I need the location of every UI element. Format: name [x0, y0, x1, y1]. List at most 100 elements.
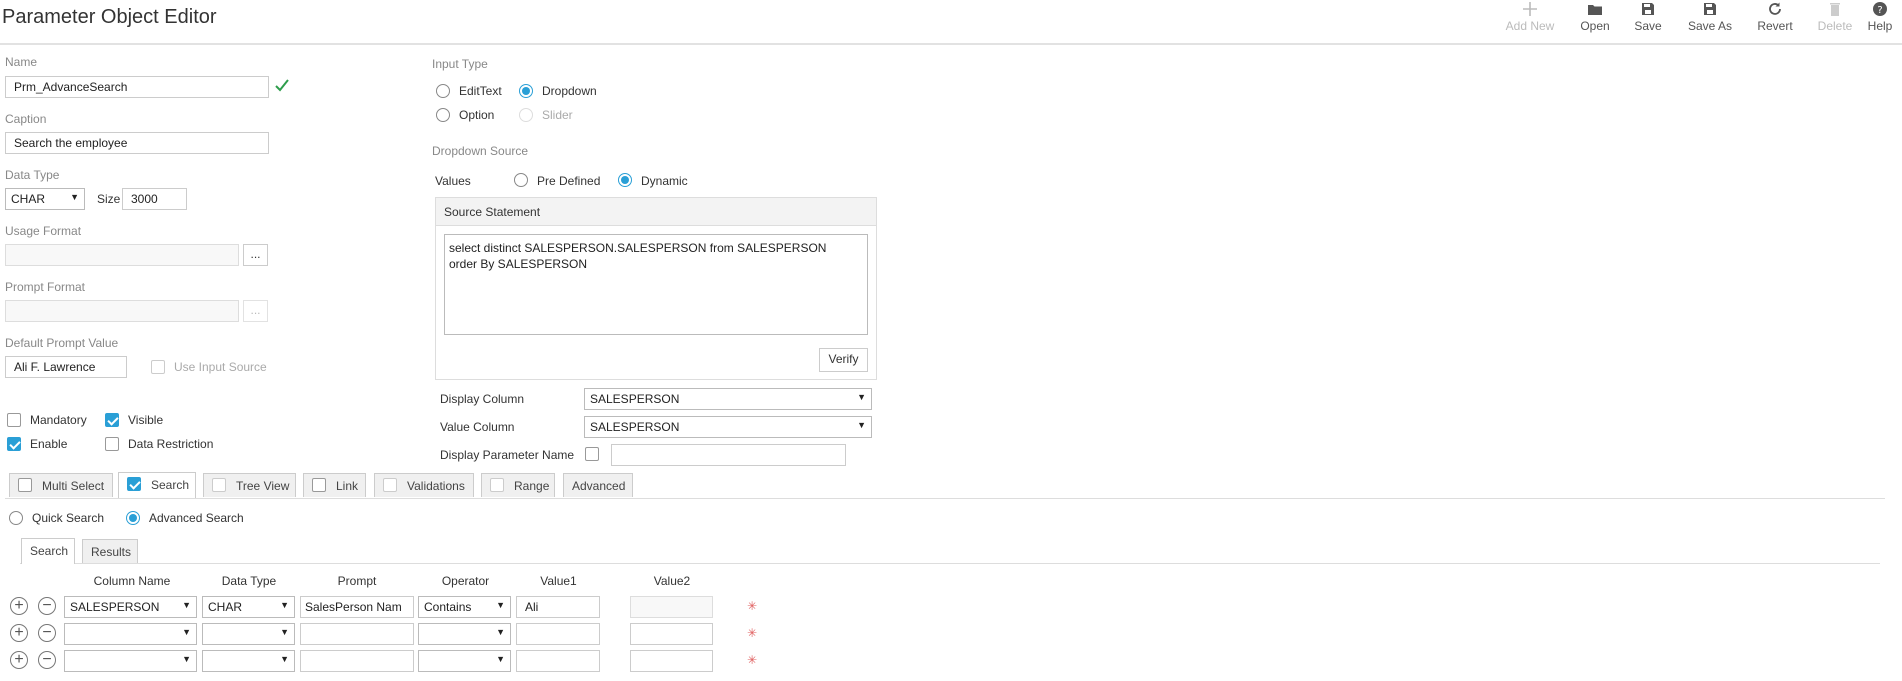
- multi-select-checkbox[interactable]: [18, 478, 32, 492]
- tab-link[interactable]: Link: [303, 473, 366, 497]
- header-divider: [0, 43, 1902, 45]
- tree-view-checkbox[interactable]: [212, 478, 226, 492]
- delete-button[interactable]: Delete: [1805, 0, 1865, 40]
- row-value1-field[interactable]: Ali: [516, 596, 600, 618]
- size-field[interactable]: 3000: [122, 188, 187, 210]
- search-tab-checkbox[interactable]: [127, 477, 141, 491]
- visible-checkbox[interactable]: [105, 413, 119, 427]
- caption-label: Caption: [5, 112, 47, 126]
- subtab-search[interactable]: Search: [21, 538, 75, 564]
- row-prompt-field[interactable]: SalesPerson Nam: [300, 596, 414, 618]
- display-param-name-field[interactable]: [611, 444, 846, 466]
- mandatory-label: Mandatory: [30, 413, 87, 427]
- validations-checkbox[interactable]: [383, 478, 397, 492]
- range-checkbox[interactable]: [490, 478, 504, 492]
- dropdown-label: Dropdown: [542, 84, 597, 98]
- add-row-icon[interactable]: +: [10, 597, 28, 615]
- display-param-name-checkbox[interactable]: [585, 447, 599, 461]
- save-as-button[interactable]: Save As: [1680, 0, 1740, 40]
- values-label: Values: [435, 174, 471, 188]
- visible-label: Visible: [128, 413, 164, 427]
- mandatory-checkbox[interactable]: [7, 413, 21, 427]
- row-data-type-select[interactable]: ▼: [202, 650, 295, 672]
- tab-search[interactable]: Search: [118, 472, 196, 498]
- value-column-select[interactable]: SALESPERSON ▼: [584, 416, 872, 438]
- row-operator-select[interactable]: ▼: [418, 650, 511, 672]
- open-button[interactable]: Open: [1565, 0, 1625, 40]
- data-restriction-checkbox[interactable]: [105, 437, 119, 451]
- remove-row-icon[interactable]: −: [38, 624, 56, 642]
- dropdown-source-label: Dropdown Source: [432, 144, 529, 158]
- row-value2-field[interactable]: [630, 596, 713, 618]
- save-button[interactable]: Save: [1618, 0, 1678, 40]
- remove-row-icon[interactable]: −: [38, 651, 56, 669]
- row-column-name-select[interactable]: SALESPERSON ▼: [64, 596, 197, 618]
- row-data-type-select[interactable]: ▼: [202, 623, 295, 645]
- source-statement-title: Source Statement: [436, 198, 876, 226]
- dropdown-radio[interactable]: [519, 84, 533, 98]
- quick-search-radio[interactable]: [9, 511, 23, 525]
- row-value1-field[interactable]: [516, 623, 600, 645]
- refresh-icon: [1769, 2, 1781, 15]
- row-data-type-select[interactable]: CHAR ▼: [202, 596, 295, 618]
- dynamic-radio[interactable]: [618, 173, 632, 187]
- row-value2-field[interactable]: [630, 623, 713, 645]
- revert-label: Revert: [1757, 19, 1793, 33]
- prompt-format-browse-button[interactable]: ...: [243, 300, 268, 322]
- tab-multi-select[interactable]: Multi Select: [9, 473, 113, 497]
- caption-field[interactable]: Search the employee: [5, 132, 269, 154]
- quick-search-label: Quick Search: [32, 511, 105, 525]
- display-column-select[interactable]: SALESPERSON ▼: [584, 388, 872, 410]
- tab-range[interactable]: Range: [481, 473, 555, 497]
- tab-validations[interactable]: Validations: [374, 473, 474, 497]
- row-column-name-select[interactable]: ▼: [64, 650, 197, 672]
- row-prompt-field[interactable]: [300, 650, 414, 672]
- remove-row-icon[interactable]: −: [38, 597, 56, 615]
- dynamic-label: Dynamic: [641, 174, 688, 188]
- enable-checkbox[interactable]: [7, 437, 21, 451]
- usage-format-field[interactable]: [5, 244, 239, 266]
- data-type-select[interactable]: CHAR ▼: [5, 188, 85, 210]
- use-input-source-checkbox[interactable]: [151, 360, 165, 374]
- sub-tabs-divider: [20, 563, 1880, 564]
- prompt-format-field[interactable]: [5, 300, 239, 322]
- advanced-search-radio[interactable]: [126, 511, 140, 525]
- add-row-icon[interactable]: +: [10, 624, 28, 642]
- delete-label: Delete: [1817, 19, 1853, 33]
- edittext-radio[interactable]: [436, 84, 450, 98]
- tab-advanced[interactable]: Advanced: [563, 473, 633, 497]
- name-field[interactable]: Prm_AdvanceSearch: [5, 76, 269, 98]
- subtab-results[interactable]: Results: [82, 539, 138, 563]
- predefined-radio[interactable]: [514, 173, 528, 187]
- add-row-icon[interactable]: +: [10, 651, 28, 669]
- default-prompt-field[interactable]: Ali F. Lawrence: [5, 356, 127, 378]
- display-column-value: SALESPERSON: [590, 392, 680, 406]
- add-new-label: Add New: [1505, 19, 1555, 33]
- row-operator-select[interactable]: Contains ▼: [418, 596, 511, 618]
- link-checkbox[interactable]: [312, 478, 326, 492]
- row-operator-select[interactable]: ▼: [418, 623, 511, 645]
- subtab-results-label: Results: [91, 545, 132, 559]
- chevron-down-icon: ▼: [182, 654, 191, 664]
- tab-advanced-label: Advanced: [572, 479, 626, 493]
- row-value2-field[interactable]: [630, 650, 713, 672]
- add-new-button[interactable]: Add New: [1500, 0, 1560, 40]
- folder-icon: [1588, 5, 1602, 15]
- usage-format-browse-button[interactable]: ...: [243, 244, 268, 266]
- page-title: Parameter Object Editor: [2, 6, 217, 28]
- verify-button[interactable]: Verify: [819, 348, 868, 372]
- slider-radio[interactable]: [519, 108, 533, 122]
- data-type-label: Data Type: [5, 168, 60, 182]
- tab-tree-view[interactable]: Tree View: [203, 473, 296, 497]
- revert-button[interactable]: Revert: [1745, 0, 1805, 40]
- trash-icon: [1830, 3, 1840, 16]
- row-prompt-field[interactable]: [300, 623, 414, 645]
- svg-text:?: ?: [1877, 5, 1882, 16]
- row-column-name-select[interactable]: ▼: [64, 623, 197, 645]
- chevron-down-icon: ▼: [280, 654, 289, 664]
- help-button[interactable]: ? Help: [1858, 0, 1902, 40]
- option-radio[interactable]: [436, 108, 450, 122]
- source-statement-textarea[interactable]: select distinct SALESPERSON.SALESPERSON …: [444, 234, 868, 335]
- chevron-down-icon: ▼: [496, 654, 505, 664]
- row-value1-field[interactable]: [516, 650, 600, 672]
